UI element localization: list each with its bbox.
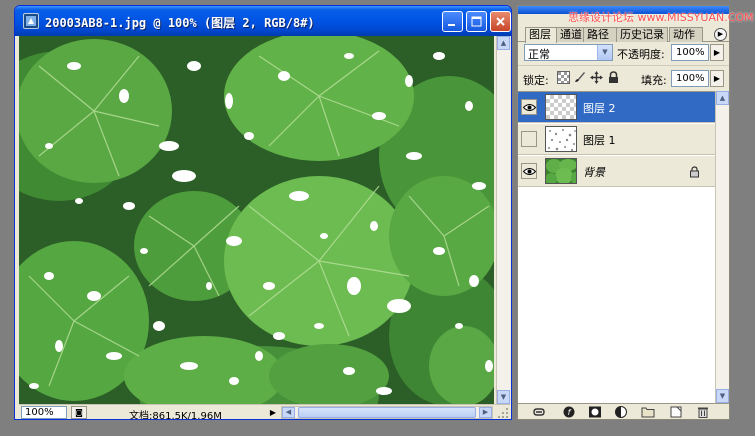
zoom-level-field[interactable]: 100%	[21, 406, 67, 419]
layer-visibility-toggle[interactable]	[521, 163, 537, 179]
status-preview-button[interactable]: ◙	[71, 406, 87, 419]
minimize-button[interactable]	[442, 11, 463, 32]
eye-icon	[523, 168, 536, 175]
document-vertical-scrollbar[interactable]: ▲ ▼	[496, 36, 510, 404]
document-status-bar: 100% ◙ 文档:861.5K/1.96M ▶ ◀ ▶	[19, 404, 510, 420]
tab-history[interactable]: 历史记录	[616, 27, 668, 42]
resize-grip-icon[interactable]	[497, 407, 509, 419]
fill-label: 填充:	[641, 74, 667, 87]
tab-channels[interactable]: 通道	[556, 27, 584, 42]
lock-position-move-icon[interactable]	[590, 71, 603, 84]
fill-slider-arrow-icon[interactable]: ▶	[710, 70, 724, 87]
opacity-field[interactable]: 100%	[671, 44, 709, 61]
document-window: 20003AB8-1.jpg @ 100% (图层 2, RGB/8#) ▲ ▼…	[14, 5, 512, 420]
eye-icon	[523, 104, 536, 111]
layers-palette: 思缘设计论坛 www.MISSYUAN.COM 图层 通道 路径 历史记录 动作…	[517, 5, 754, 420]
layer-name: 图层 1	[583, 134, 616, 147]
layer-row-layer-1[interactable]: 图层 1	[518, 124, 715, 155]
opacity-slider-arrow-icon[interactable]: ▶	[710, 44, 724, 61]
lock-image-pixels-brush-icon[interactable]	[573, 71, 586, 84]
new-group-folder-icon[interactable]	[641, 406, 655, 418]
palette-menu-arrow-icon[interactable]: ▶	[714, 28, 727, 41]
delete-layer-trash-icon[interactable]	[696, 406, 710, 418]
opacity-label: 不透明度:	[617, 48, 665, 61]
layer-name: 背景	[583, 166, 605, 179]
scroll-down-arrow-icon[interactable]: ▼	[716, 389, 729, 403]
lock-label: 锁定:	[523, 74, 549, 87]
tab-actions[interactable]: 动作	[669, 27, 703, 42]
scroll-up-arrow-icon[interactable]: ▲	[716, 91, 729, 105]
scroll-down-arrow-icon[interactable]: ▼	[497, 390, 510, 404]
lock-transparent-pixels-icon[interactable]	[557, 71, 570, 84]
link-layers-icon[interactable]	[532, 406, 546, 418]
layer-visibility-toggle[interactable]	[521, 99, 537, 115]
layer-thumbnail-leaves	[545, 158, 577, 184]
layer-row-layer-2[interactable]: 图层 2	[518, 92, 715, 123]
watermark-text: 思缘设计论坛 www.MISSYUAN.COM	[568, 11, 754, 24]
layers-vertical-scrollbar[interactable]: ▲ ▼	[715, 91, 729, 403]
chevron-down-icon[interactable]: ▼	[597, 45, 612, 60]
status-menu-arrow-icon[interactable]: ▶	[267, 406, 279, 419]
scroll-left-arrow-icon[interactable]: ◀	[282, 407, 295, 418]
palette-tab-bar: 图层 通道 路径 历史记录 动作	[518, 26, 729, 43]
lock-all-icon[interactable]	[607, 71, 620, 84]
lock-row: 锁定: 填充: 100% ▶	[518, 65, 729, 89]
layer-visibility-toggle[interactable]	[521, 131, 537, 147]
nasturtium-leaves-image	[19, 36, 494, 404]
adjustment-layer-icon[interactable]	[614, 406, 628, 418]
maximize-button[interactable]	[466, 11, 487, 32]
scroll-up-arrow-icon[interactable]: ▲	[497, 36, 510, 50]
layer-thumbnail-speckles	[545, 126, 577, 152]
layer-name: 图层 2	[583, 102, 616, 115]
photoshop-doc-icon[interactable]	[23, 13, 39, 29]
layers-bottom-toolbar: f	[518, 403, 729, 419]
leaves-thumbnail	[546, 159, 576, 183]
close-icon	[496, 17, 505, 26]
layer-style-fx-icon[interactable]: f	[562, 406, 576, 418]
layer-list: 图层 2 图层 1 背景	[518, 91, 715, 403]
fill-field[interactable]: 100%	[671, 70, 709, 87]
minimize-icon	[448, 24, 455, 26]
document-size-info: 文档:861.5K/1.96M	[129, 411, 222, 420]
document-horizontal-scrollbar[interactable]: ◀ ▶	[281, 406, 493, 419]
scroll-right-arrow-icon[interactable]: ▶	[479, 407, 492, 418]
document-title-bar[interactable]: 20003AB8-1.jpg @ 100% (图层 2, RGB/8#)	[15, 6, 511, 36]
document-title: 20003AB8-1.jpg @ 100% (图层 2, RGB/8#)	[45, 16, 315, 30]
layer-row-background[interactable]: 背景	[518, 156, 715, 187]
background-lock-icon	[690, 166, 699, 178]
layer-thumbnail-transparent	[545, 94, 577, 120]
tab-paths[interactable]: 路径	[583, 27, 617, 42]
close-button[interactable]	[490, 11, 511, 32]
speckle-pattern-thumbnail	[548, 129, 576, 151]
image-canvas[interactable]	[19, 36, 494, 404]
tab-layers[interactable]: 图层	[525, 27, 557, 43]
blend-mode-value: 正常	[528, 48, 550, 61]
maximize-icon	[471, 16, 482, 27]
blend-mode-select[interactable]: 正常 ▼	[524, 44, 613, 61]
horizontal-scroll-thumb[interactable]	[298, 407, 476, 418]
add-layer-mask-icon[interactable]	[588, 406, 602, 418]
new-layer-icon[interactable]	[669, 406, 683, 418]
